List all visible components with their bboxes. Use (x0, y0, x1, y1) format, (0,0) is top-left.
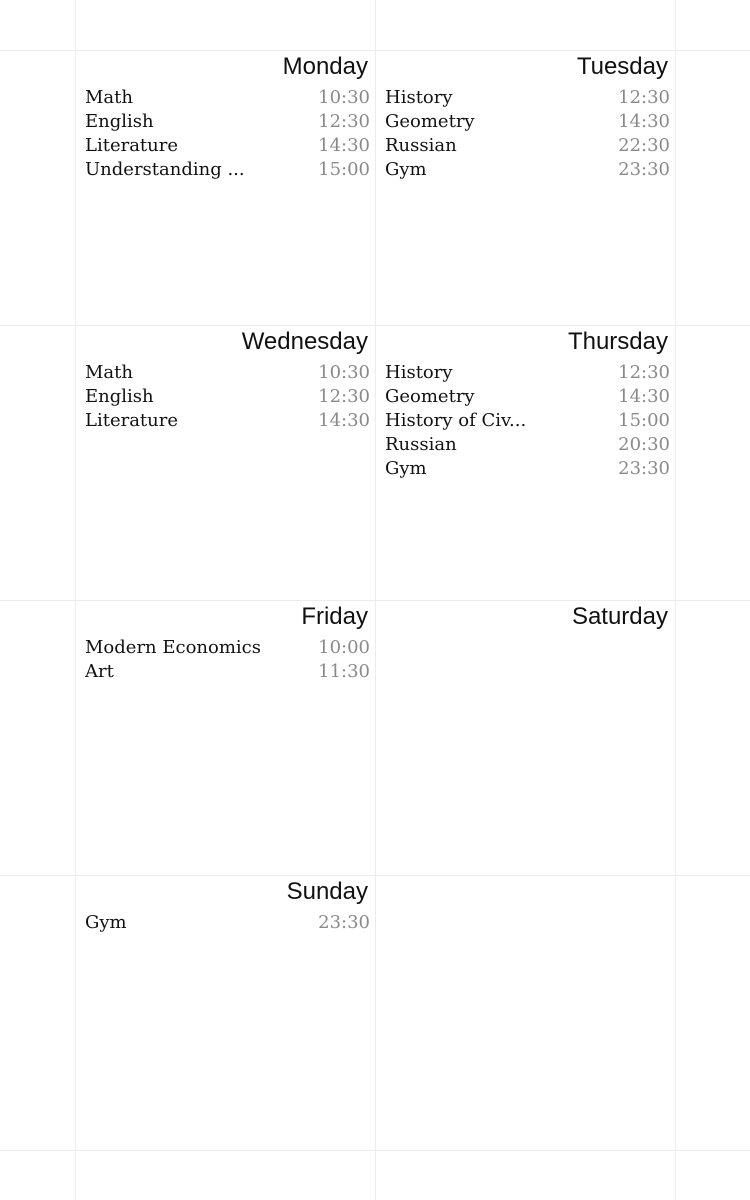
event-subject: Russian (385, 135, 457, 156)
day-title: Wednesday (241, 328, 368, 355)
event-time: 10:00 (318, 637, 370, 658)
event-subject: Modern Economics (85, 637, 261, 658)
event-item[interactable]: Gym 23:30 (385, 158, 670, 182)
event-list: Gym 23:30 (85, 911, 370, 935)
event-subject: Literature (85, 135, 179, 156)
day-title: Thursday (567, 328, 668, 355)
event-list: History 12:30 Geometry 14:30 Russian 22:… (385, 86, 670, 182)
event-time: 10:30 (318, 362, 370, 383)
event-subject: Literature (85, 410, 179, 431)
day-title: Saturday (571, 603, 668, 630)
day-cell-tuesday[interactable]: Tuesday History 12:30 Geometry 14:30 Rus… (375, 50, 675, 325)
event-time: 23:30 (618, 159, 670, 180)
event-subject: Gym (385, 458, 427, 479)
event-time: 20:30 (618, 434, 670, 455)
event-subject: English (85, 386, 154, 407)
event-subject: Understanding ... (85, 159, 245, 180)
event-time: 14:30 (618, 111, 670, 132)
event-time: 12:30 (618, 87, 670, 108)
event-subject: Russian (385, 434, 457, 455)
day-title: Monday (282, 53, 368, 80)
event-time: 12:30 (618, 362, 670, 383)
day-title: Friday (301, 603, 368, 630)
event-subject: History (385, 362, 453, 383)
event-item[interactable]: History 12:30 (385, 361, 670, 385)
event-subject: Math (85, 362, 133, 383)
event-time: 22:30 (618, 135, 670, 156)
event-list: Math 10:30 English 12:30 Literature 14:3… (85, 86, 370, 182)
day-cell-saturday[interactable]: Saturday (375, 600, 675, 875)
event-list: Modern Economics 10:00 Art 11:30 (85, 636, 370, 684)
day-title: Sunday (286, 878, 368, 905)
event-subject: History (385, 87, 453, 108)
event-item[interactable]: Math 10:30 (85, 86, 370, 110)
event-time: 10:30 (318, 87, 370, 108)
event-time: 15:00 (618, 410, 670, 431)
event-time: 12:30 (318, 111, 370, 132)
grid-line-horizontal (0, 1150, 750, 1151)
event-time: 11:30 (318, 661, 370, 682)
event-item[interactable]: Geometry 14:30 (385, 110, 670, 134)
event-item[interactable]: Geometry 14:30 (385, 385, 670, 409)
day-cell-monday[interactable]: Monday Math 10:30 English 12:30 Literatu… (75, 50, 375, 325)
event-item[interactable]: Russian 22:30 (385, 134, 670, 158)
event-time: 12:30 (318, 386, 370, 407)
event-item[interactable]: Literature 14:30 (85, 409, 370, 433)
event-item[interactable]: Gym 23:30 (85, 911, 370, 935)
event-subject: History of Civ... (385, 410, 527, 431)
day-title: Tuesday (576, 53, 668, 80)
event-item[interactable]: Art 11:30 (85, 660, 370, 684)
event-time: 15:00 (318, 159, 370, 180)
event-item[interactable]: English 12:30 (85, 385, 370, 409)
event-subject: Geometry (385, 386, 475, 407)
event-list: Math 10:30 English 12:30 Literature 14:3… (85, 361, 370, 433)
event-list: History 12:30 Geometry 14:30 History of … (385, 361, 670, 481)
event-item[interactable]: Math 10:30 (85, 361, 370, 385)
day-cell-sunday[interactable]: Sunday Gym 23:30 (75, 875, 375, 1150)
event-item[interactable]: History 12:30 (385, 86, 670, 110)
event-time: 14:30 (318, 410, 370, 431)
event-item[interactable]: English 12:30 (85, 110, 370, 134)
event-subject: Gym (85, 912, 127, 933)
event-item[interactable]: Gym 23:30 (385, 457, 670, 481)
event-item[interactable]: Understanding ... 15:00 (85, 158, 370, 182)
event-time: 23:30 (318, 912, 370, 933)
event-time: 14:30 (618, 386, 670, 407)
event-time: 23:30 (618, 458, 670, 479)
event-subject: English (85, 111, 154, 132)
day-cell-thursday[interactable]: Thursday History 12:30 Geometry 14:30 Hi… (375, 325, 675, 600)
event-item[interactable]: Russian 20:30 (385, 433, 670, 457)
event-subject: Math (85, 87, 133, 108)
day-cell-friday[interactable]: Friday Modern Economics 10:00 Art 11:30 (75, 600, 375, 875)
event-subject: Art (85, 661, 114, 682)
event-subject: Gym (385, 159, 427, 180)
event-subject: Geometry (385, 111, 475, 132)
event-item[interactable]: Literature 14:30 (85, 134, 370, 158)
event-item[interactable]: Modern Economics 10:00 (85, 636, 370, 660)
day-cell-wednesday[interactable]: Wednesday Math 10:30 English 12:30 Liter… (75, 325, 375, 600)
event-time: 14:30 (318, 135, 370, 156)
event-item[interactable]: History of Civ... 15:00 (385, 409, 670, 433)
